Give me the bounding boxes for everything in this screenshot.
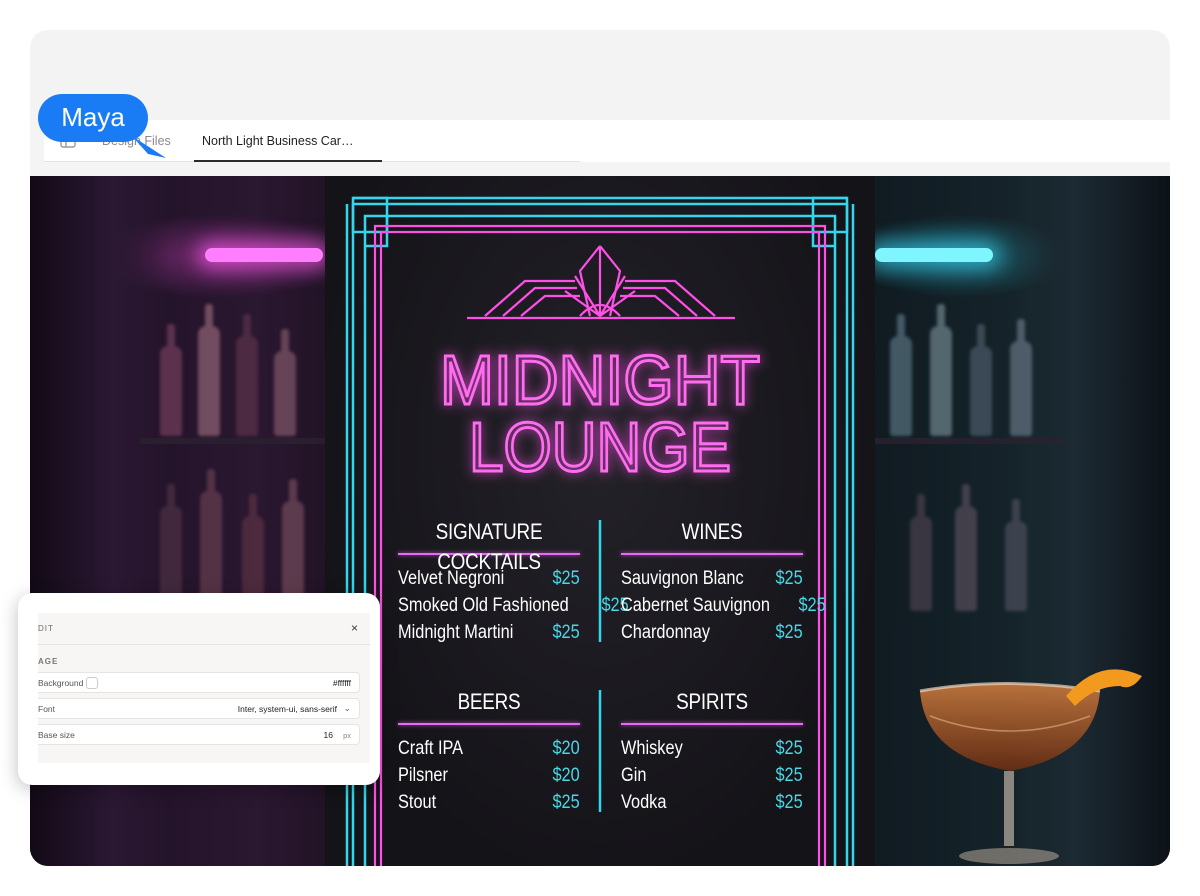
bottle (910, 494, 932, 611)
close-icon[interactable]: × (351, 621, 358, 635)
item-price: $25 (798, 595, 826, 616)
edit-panel-title: DIT (38, 624, 54, 633)
menu-item: Chardonnay $25 (621, 619, 803, 646)
item-name: Stout (398, 792, 437, 813)
item-name: Pilsner (398, 765, 448, 786)
item-name: Cabernet Sauvignon (621, 595, 770, 616)
bottle (236, 314, 258, 436)
background-color-field[interactable]: Background #ffffff (38, 672, 360, 693)
menu-item: Gin $25 (621, 762, 803, 789)
section-heading: WINES (681, 519, 743, 544)
font-value[interactable]: Inter, system-ui, sans-serif (238, 704, 337, 714)
section-divider (621, 553, 803, 555)
bottle (890, 314, 912, 436)
item-name: Velvet Negroni (398, 568, 505, 589)
bottle (955, 484, 977, 611)
edit-panel: DIT × AGE Background #ffffff Font Inter,… (18, 593, 380, 785)
background-color-value[interactable]: #ffffff (333, 678, 351, 688)
item-price: $20 (552, 765, 580, 786)
bottle (930, 304, 952, 436)
item-price: $25 (552, 622, 580, 643)
cocktail-glass-image (919, 669, 1142, 864)
collaborator-name-tag: Maya (38, 94, 148, 142)
menu-section-wines: WINES Sauvignon Blanc $25 Cabernet Sauvig… (621, 517, 826, 646)
menu-item: Pilsner $20 (398, 762, 580, 789)
item-price: $20 (552, 738, 580, 759)
bottle (274, 329, 296, 436)
tab-bar: Design Files North Light Business Car… (44, 120, 1170, 162)
menu-item: Midnight Martini $25 (398, 619, 580, 646)
menu-item: Stout $25 (398, 789, 580, 816)
bottle (970, 324, 992, 436)
bar-shelf (140, 438, 325, 444)
menu-section-spirits: SPIRITS Whiskey $25 Gin $25 Vodka $25 (621, 687, 803, 816)
edit-panel-body: DIT × AGE Background #ffffff Font Inter,… (38, 613, 370, 763)
bar-shelf (875, 438, 1065, 444)
title-bar (30, 30, 1170, 120)
base-size-value[interactable]: 16 (324, 730, 333, 740)
item-price: $25 (775, 765, 803, 786)
item-price: $25 (552, 792, 580, 813)
field-label: Background (38, 678, 84, 688)
menu-item: Whiskey $25 (621, 735, 803, 762)
neon-light-pink (205, 248, 323, 262)
menu-item: Smoked Old Fashioned $25 (398, 592, 628, 619)
item-name: Midnight Martini (398, 622, 514, 643)
menu-item: Craft IPA $20 (398, 735, 580, 762)
bottle (198, 304, 220, 436)
item-name: Smoked Old Fashioned (398, 595, 569, 616)
base-size-field[interactable]: Base size 16 px (38, 724, 360, 745)
section-heading: BEERS (457, 689, 521, 714)
tab-active-document[interactable]: North Light Business Car… (194, 120, 382, 162)
menu-section-cocktails: SIGNATURE COCKTAILS Velvet Negroni $25 Sm… (398, 517, 628, 646)
item-price: $25 (775, 622, 803, 643)
menu-board[interactable]: MIDNIGHT LOUNGE SIGNATURE COCKTAILS Velv… (325, 176, 875, 866)
section-heading: SPIRITS (676, 689, 748, 714)
menu-item: Sauvignon Blanc $25 (621, 565, 803, 592)
menu-section-beers: BEERS Craft IPA $20 Pilsner $20 Stout $25 (398, 687, 580, 816)
unit-label: px (343, 731, 351, 740)
menu-item: Velvet Negroni $25 (398, 565, 580, 592)
field-label: Font (38, 704, 56, 714)
bottle (282, 479, 304, 606)
bottle (160, 484, 182, 606)
item-name: Sauvignon Blanc (621, 568, 744, 589)
menu-item: Vodka $25 (621, 789, 803, 816)
font-select[interactable]: Font Inter, system-ui, sans-serif ⌄ (38, 698, 360, 719)
item-name: Vodka (621, 792, 667, 813)
item-name: Craft IPA (398, 738, 464, 759)
bottle (1005, 499, 1027, 611)
chevron-down-icon[interactable]: ⌄ (343, 703, 351, 714)
edit-panel-header: DIT × (38, 613, 370, 645)
section-divider (398, 723, 580, 725)
bottle (160, 324, 182, 436)
menu-item: Cabernet Sauvignon $25 (621, 592, 826, 619)
color-swatch-icon[interactable] (86, 677, 98, 689)
section-heading: SIGNATURE COCKTAILS (435, 519, 543, 574)
item-price: $25 (775, 568, 803, 589)
bottle (200, 469, 222, 606)
item-name: Chardonnay (621, 622, 711, 643)
item-price: $25 (775, 738, 803, 759)
item-name: Whiskey (621, 738, 683, 759)
bottle (1010, 319, 1032, 436)
item-price: $25 (775, 792, 803, 813)
item-name: Gin (621, 765, 647, 786)
section-divider (621, 723, 803, 725)
neon-light-cyan (875, 248, 993, 262)
field-label: Base size (38, 730, 75, 740)
menu-title-line2: LOUNGE (469, 408, 731, 486)
page-section-label: AGE (38, 657, 59, 666)
item-price: $25 (552, 568, 580, 589)
